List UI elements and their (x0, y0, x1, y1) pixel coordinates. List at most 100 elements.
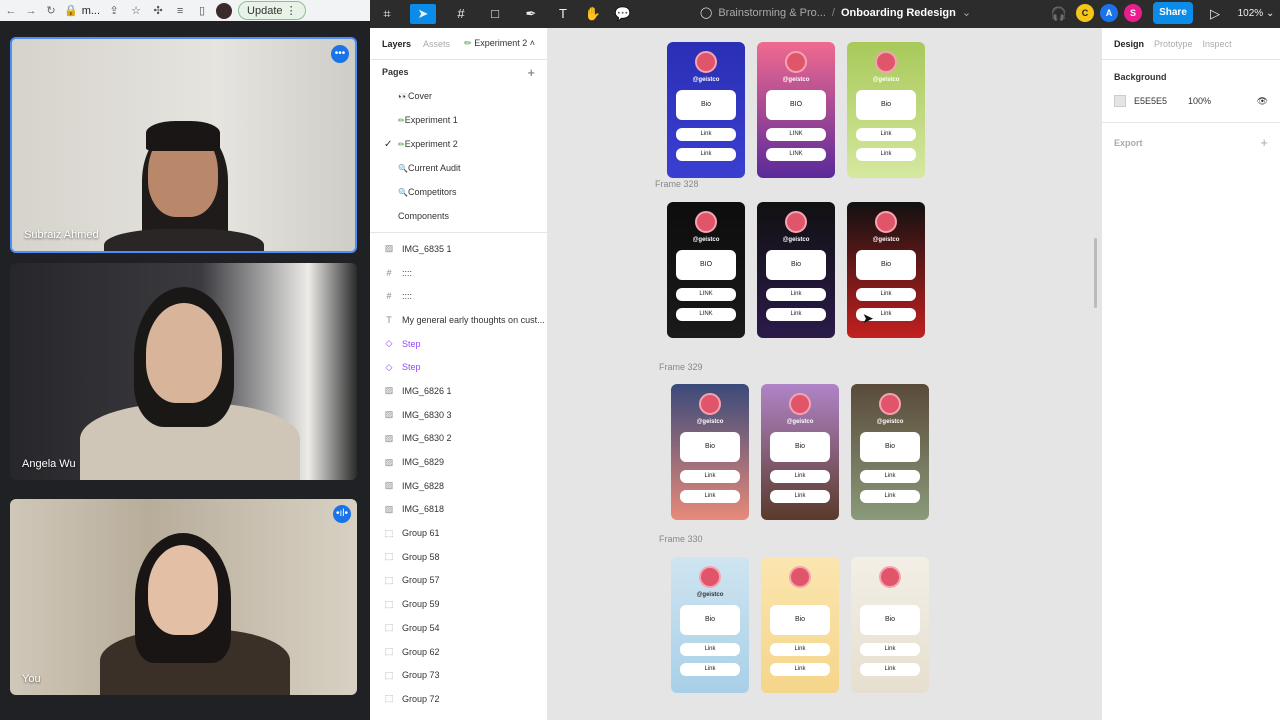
profile-frame-card[interactable]: @geistco Bio Link Link (847, 42, 925, 178)
video-tile-1[interactable]: ••• Subraiz Ahmed (10, 37, 357, 253)
layer-item[interactable]: ⬚ Group 59 (370, 592, 547, 616)
profile-avatar (875, 211, 897, 233)
background-fill-row[interactable]: E5E5E5 100% 👁 (1102, 90, 1280, 112)
layer-item[interactable]: ▨ IMG_6830 3 (370, 403, 547, 427)
main-menu-icon[interactable]: ⌗ (374, 4, 400, 24)
update-button[interactable]: Update ⋮ (238, 1, 306, 20)
share-page-icon[interactable]: ⇪ (106, 4, 122, 17)
layer-item[interactable]: ◇ Step (370, 355, 547, 379)
chevron-down-icon[interactable]: ⌄ (962, 6, 971, 19)
current-page-selector[interactable]: ✏ Experiment 2 ˄ (464, 38, 535, 49)
layer-item[interactable]: ⬚ Group 61 (370, 521, 547, 545)
tab-prototype[interactable]: Prototype (1154, 39, 1193, 49)
back-icon[interactable]: ← (4, 5, 18, 17)
text-tool-icon[interactable]: T (550, 4, 576, 24)
comment-tool-icon[interactable]: 💬 (610, 4, 636, 24)
profile-frame-card[interactable]: @geistco Bio Link Link (757, 202, 835, 338)
zoom-level[interactable]: 102% ⌄ (1236, 4, 1276, 24)
layer-item[interactable]: ▨ IMG_6818 (370, 498, 547, 522)
frame-label[interactable]: Frame 328 (655, 179, 699, 189)
page-item[interactable]: ✏ Experiment 1 (370, 108, 547, 132)
layer-item[interactable]: ▨ IMG_6826 1 (370, 379, 547, 403)
collaborator-avatar-a[interactable]: A (1100, 4, 1118, 22)
share-button[interactable]: Share (1153, 2, 1193, 24)
side-panel-icon[interactable]: ▯ (194, 4, 210, 17)
layer-item[interactable]: ▨ IMG_6830 2 (370, 427, 547, 451)
profile-frame-card[interactable]: @geistco Bio Link Link (671, 557, 749, 693)
project-name[interactable]: Brainstorming & Pro... (718, 7, 826, 19)
page-item[interactable]: 🔍 Current Audit (370, 156, 547, 180)
collaborator-avatar-c[interactable]: C (1076, 4, 1094, 22)
profile-frame-card[interactable]: @geistco BIO LINK LINK (757, 42, 835, 178)
extensions-icon[interactable]: ✣ (150, 4, 166, 17)
layer-item[interactable]: ⬚ Group 54 (370, 616, 547, 640)
bio-block: Bio (680, 432, 740, 462)
profile-frame-card[interactable]: @geistco Bio Link Link (761, 384, 839, 520)
profile-frame-card[interactable]: @geistco Bio Link Link (671, 384, 749, 520)
profile-handle: @geistco (876, 419, 904, 425)
page-item[interactable]: 🔍 Competitors (370, 180, 547, 204)
canvas-scrollbar[interactable] (1094, 238, 1097, 308)
background-hex[interactable]: E5E5E5 (1134, 96, 1180, 106)
group-icon: ⬚ (384, 669, 394, 680)
participant-name: Subraiz Ahmed (24, 229, 99, 241)
video-tile-3[interactable]: •ıl• You (10, 499, 357, 695)
page-item[interactable]: ✓ ✏ Experiment 2 (370, 132, 547, 156)
profile-handle: @geistco (872, 237, 900, 243)
add-export-icon[interactable]: + (1260, 135, 1268, 150)
background-color-swatch[interactable] (1114, 95, 1126, 107)
tab-assets[interactable]: Assets (423, 39, 450, 49)
layer-item[interactable]: ⬚ Group 73 (370, 663, 547, 687)
profile-frame-card[interactable]: @geistco BIO LINK LINK (667, 202, 745, 338)
profile-frame-card[interactable]: Bio Link Link (851, 557, 929, 693)
address-bar[interactable]: 🔒 m... (64, 4, 100, 18)
layer-item[interactable]: ⬚ Group 58 (370, 545, 547, 569)
reading-list-icon[interactable]: ≡ (172, 5, 188, 17)
present-play-icon[interactable]: ▷ (1202, 4, 1228, 24)
profile-avatar[interactable] (216, 2, 233, 19)
page-item[interactable]: 👀 Cover (370, 84, 547, 108)
layer-item[interactable]: #:::: (370, 284, 547, 308)
layer-item[interactable]: ⬚ Group 72 (370, 687, 547, 711)
group-icon: ⬚ (384, 598, 394, 609)
profile-frame-card[interactable]: @geistco Bio Link Link (851, 384, 929, 520)
profile-avatar (695, 211, 717, 233)
add-page-icon[interactable]: + (527, 65, 535, 80)
layer-item[interactable]: T My general early thoughts on cust... (370, 308, 547, 332)
layer-item[interactable]: ⬚ Group 62 (370, 640, 547, 664)
move-tool-icon[interactable]: ➤ (410, 4, 436, 24)
video-tile-2[interactable]: Angela Wu (10, 263, 357, 480)
page-item[interactable]: Components (370, 204, 547, 228)
layer-item[interactable]: ▨ IMG_6835 1 (370, 237, 547, 261)
frame-tool-icon[interactable]: # (448, 4, 474, 24)
forward-icon[interactable]: → (24, 5, 38, 17)
audio-headphones-icon[interactable]: 🎧 (1046, 4, 1072, 24)
layer-item[interactable]: ◇ Step (370, 332, 547, 356)
frame-label[interactable]: Frame 329 (659, 362, 703, 372)
profile-frame-card[interactable]: @geistco Bio Link Link (847, 202, 925, 338)
link-button: Link (770, 470, 830, 483)
tab-layers[interactable]: Layers (382, 39, 411, 49)
profile-frame-card[interactable]: Bio Link Link (761, 557, 839, 693)
collaborator-avatar-s[interactable]: S (1124, 4, 1142, 22)
layer-item[interactable]: ▨ IMG_6829 (370, 450, 547, 474)
shape-tool-icon[interactable]: □ (482, 4, 508, 24)
file-name[interactable]: Onboarding Redesign (841, 7, 956, 19)
tab-design[interactable]: Design (1114, 39, 1144, 49)
background-opacity[interactable]: 100% (1188, 96, 1211, 106)
reload-icon[interactable]: ↻ (44, 4, 58, 17)
pen-tool-icon[interactable]: ✒ (518, 4, 544, 24)
eye-icon[interactable]: 👁 (1257, 96, 1268, 107)
layer-item[interactable]: ▨ IMG_6828 (370, 474, 547, 498)
layer-item[interactable]: #:::: (370, 261, 547, 285)
frame-label[interactable]: Frame 330 (659, 534, 703, 544)
design-canvas[interactable]: Frame 328 Frame 329 Frame 330 @geistco Bi… (548, 28, 1101, 720)
bookmark-star-icon[interactable]: ☆ (128, 4, 144, 17)
page-emoji-icon: ✏ (398, 139, 405, 149)
tab-inspect[interactable]: Inspect (1203, 39, 1232, 49)
hand-tool-icon[interactable]: ✋ (580, 4, 606, 24)
profile-frame-card[interactable]: @geistco Bio Link Link (667, 42, 745, 178)
layer-item[interactable]: ⬚ Group 57 (370, 569, 547, 593)
more-options-icon[interactable]: ••• (331, 45, 349, 63)
profile-avatar (875, 51, 897, 73)
